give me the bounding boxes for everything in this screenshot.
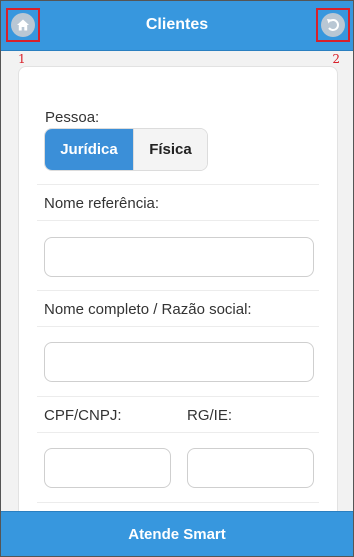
nome-referencia-label: Nome referência: — [44, 195, 160, 212]
cpf-cnpj-input[interactable] — [44, 448, 171, 488]
divider — [37, 290, 319, 291]
nome-completo-label: Nome completo / Razão social: — [44, 301, 252, 318]
fisica-option-button[interactable]: Física — [132, 129, 207, 170]
pessoa-type-toggle: Jurídica Física — [44, 128, 208, 171]
client-form-card: Pessoa: Jurídica Física Nome referência:… — [18, 66, 338, 526]
footer-bar: Atende Smart — [1, 511, 353, 556]
footer-brand-label: Atende Smart — [128, 525, 226, 543]
divider — [37, 396, 319, 397]
nome-completo-input[interactable] — [44, 342, 314, 382]
juridica-option-button[interactable]: Jurídica — [45, 129, 133, 170]
divider — [37, 184, 319, 185]
pessoa-label: Pessoa: — [45, 109, 100, 126]
divider — [37, 220, 319, 221]
divider — [37, 432, 319, 433]
rg-ie-input[interactable] — [187, 448, 314, 488]
divider — [37, 502, 319, 503]
annotation-marker-1: 1 — [18, 52, 26, 66]
cpf-cnpj-label: CPF/CNPJ: — [44, 407, 122, 424]
rg-ie-label: RG/IE: — [187, 407, 233, 424]
page-title: Clientes — [145, 16, 209, 33]
annotation-marker-2: 2 — [332, 52, 340, 66]
back-button[interactable] — [316, 8, 350, 42]
nome-referencia-input[interactable] — [44, 237, 314, 277]
divider — [37, 326, 319, 327]
app-header: Clientes — [1, 1, 353, 51]
undo-icon — [321, 13, 345, 37]
